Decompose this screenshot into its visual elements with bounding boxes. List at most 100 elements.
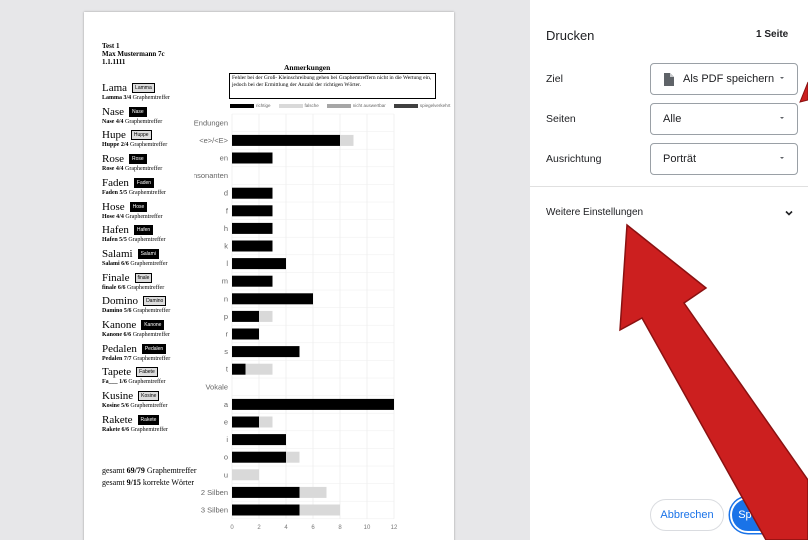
word-score-line: Lamma 3/4 Graphemtreffer — [102, 95, 170, 102]
category-label: i — [226, 435, 228, 444]
grapheme-score: 3/4 — [123, 95, 132, 101]
grapheme-score: 2/4 — [120, 142, 129, 149]
word-heading: Hupe Huppe — [102, 129, 152, 141]
bar-richtige — [232, 152, 273, 164]
category-label: t — [226, 365, 229, 374]
bar-richtige — [232, 205, 273, 217]
orientation-select[interactable]: Porträt — [650, 143, 798, 175]
score-suffix: Graphemtreffer — [128, 379, 166, 386]
word-heading: Kusine Kosine — [102, 390, 160, 402]
doc-date: 1.1.1111 — [102, 58, 126, 66]
word-score-line: Rakete 6/6 Graphemtreffer — [102, 427, 168, 434]
word-heading: Domino Damino — [102, 295, 167, 308]
category-label: o — [224, 453, 228, 462]
bar-falsche — [299, 486, 327, 498]
pages-select[interactable]: Alle — [650, 103, 798, 135]
grapheme-score: 4/4 — [115, 166, 124, 173]
save-button[interactable]: Speichern — [732, 499, 794, 531]
score-suffix: Graphemtreffer — [125, 213, 163, 220]
word-heading: Nase Nase — [102, 106, 147, 118]
written-word-tag: finale — [134, 272, 153, 283]
cancel-button[interactable]: Abbrechen — [650, 499, 724, 531]
category-label: p — [224, 312, 228, 321]
written-word-tag: Hose — [129, 201, 148, 212]
attempt-text: Rose — [102, 166, 115, 173]
x-tick-label: 2 — [257, 525, 261, 530]
bar-richtige — [232, 416, 259, 428]
score-suffix: Graphemtreffer — [130, 426, 168, 433]
target-word: Lama — [102, 82, 128, 94]
attempt-text: Faden — [102, 189, 119, 196]
more-settings-label: Weitere Einstellungen — [546, 207, 644, 218]
word-score-line: Hafen 5/5 Graphemtreffer — [102, 237, 166, 244]
category-label: en — [220, 154, 228, 163]
results-chart: Endungen <e>/<E> en Konsonanten dfhklmnprstV… — [194, 113, 398, 530]
target-word: Rose — [102, 153, 124, 166]
written-word-tag: Rakete — [137, 414, 160, 425]
word-score-line: Faden 5/5 Graphemtreffer — [102, 190, 166, 197]
legend-swatch — [326, 103, 351, 108]
word-score-line: Kanone 6/6 Graphemtreffer — [102, 332, 170, 339]
bar-falsche — [259, 416, 273, 428]
written-word-tag: Salami — [137, 248, 159, 259]
target-word: Nase — [102, 105, 124, 118]
score-suffix: Graphemtreffer — [130, 403, 168, 410]
written-word-tag: Huppe — [130, 130, 152, 141]
word-heading: Hose Hose — [102, 201, 148, 213]
total-graphemes: gesamt 69/79 Graphemtreffer — [102, 466, 197, 475]
category-label: s — [224, 347, 228, 356]
category-label: Endungen — [194, 118, 228, 127]
word-heading: Tapete Fabete — [102, 366, 158, 378]
destination-select[interactable]: Als PDF speichern — [650, 63, 798, 95]
category-label: h — [224, 224, 228, 233]
category-label: a — [224, 400, 229, 409]
grapheme-score: 4/4 — [115, 118, 124, 125]
x-tick-label: 10 — [364, 525, 371, 530]
written-word-tag: Rose — [129, 154, 147, 165]
bar-richtige — [232, 258, 286, 270]
word-score-line: Huppe 2/4 Graphemtreffer — [102, 142, 167, 149]
legend-swatch — [278, 103, 303, 108]
x-tick-label: 12 — [391, 525, 398, 530]
grapheme-score: 4/4 — [116, 213, 124, 220]
grapheme-score: 6/6 — [121, 260, 129, 267]
word-heading: Salami Salami — [102, 248, 159, 260]
more-settings-toggle[interactable]: Weitere Einstellungen — [530, 198, 808, 230]
score-suffix: Graphemtreffer — [125, 166, 163, 173]
category-label: Konsonanten — [194, 171, 228, 180]
bar-richtige — [232, 310, 259, 322]
x-tick-label: 6 — [311, 525, 315, 530]
word-score-line: Hose 4/4 Graphemtreffer — [102, 214, 163, 221]
bar-falsche — [259, 310, 273, 322]
attempt-text: Hose — [102, 213, 115, 220]
grapheme-score: 6/6 — [121, 426, 130, 433]
document-icon — [664, 73, 674, 86]
written-word-tag: Damino — [143, 296, 167, 307]
word-score-line: Rose 4/4 Graphemtreffer — [102, 166, 162, 173]
category-label: r — [226, 330, 229, 339]
bar-falsche — [286, 451, 300, 463]
grapheme-score: 6/6 — [117, 284, 126, 291]
remarks-title: Anmerkungen — [284, 63, 331, 72]
category-label: Vokale — [205, 382, 228, 391]
category-label: u — [224, 470, 228, 479]
doc-student: Max Mustermann 7c — [102, 50, 165, 58]
bar-richtige — [232, 293, 313, 305]
target-word: Domino — [102, 295, 139, 308]
category-label: k — [224, 242, 228, 251]
legend-label: nicht auswertbar — [352, 103, 386, 109]
doc-title: Test 1 — [102, 42, 120, 50]
written-word-tag: Kosine — [138, 391, 160, 402]
category-label: 3 Silben — [201, 506, 228, 515]
pages-value: Alle — [663, 113, 682, 125]
print-preview-pane[interactable]: Test 1 Max Mustermann 7c 1.1.1111 Lama La… — [0, 0, 530, 540]
attempt-text: Lamma — [102, 95, 122, 101]
written-word-tag: Kanone — [141, 320, 165, 330]
bar-falsche — [232, 469, 259, 481]
print-settings-pane: Drucken 1 Seite Ziel Als PDF speichern S… — [530, 0, 808, 540]
bar-richtige — [232, 328, 259, 340]
grapheme-score: 5/5 — [119, 189, 128, 196]
category-label: d — [224, 189, 228, 198]
grapheme-score: 7/7 — [123, 355, 132, 362]
score-suffix: Graphemtreffer — [132, 332, 170, 338]
